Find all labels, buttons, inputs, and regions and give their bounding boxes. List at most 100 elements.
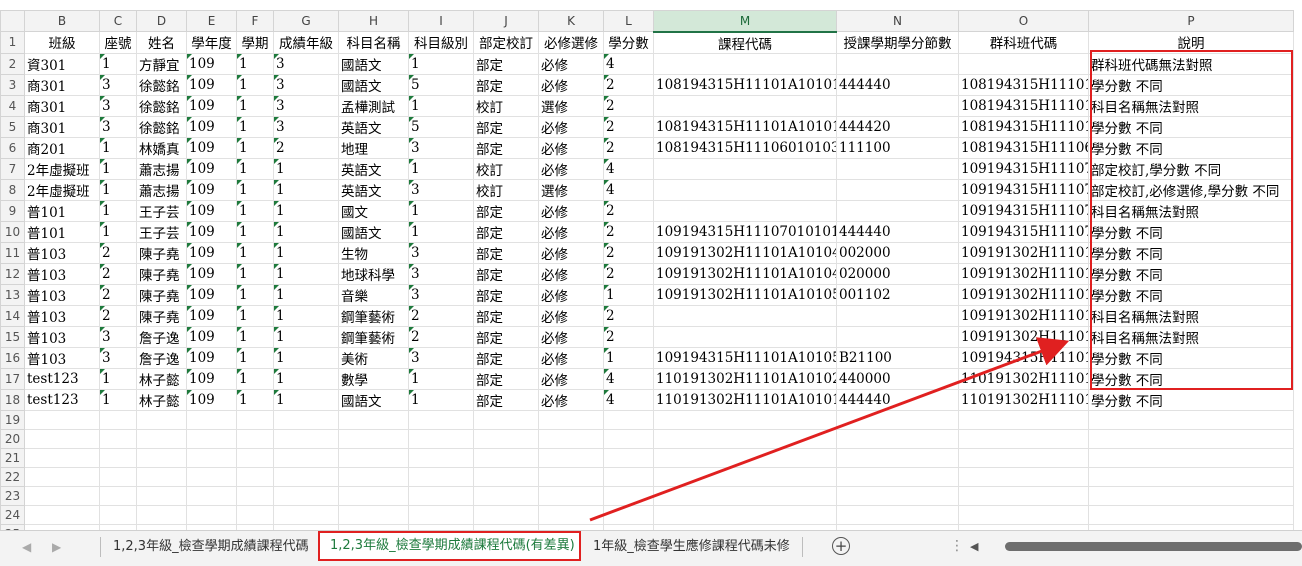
cell[interactable]: 3 <box>273 115 339 138</box>
column-header-M[interactable]: M <box>653 10 837 33</box>
cell[interactable]: 部定 <box>473 262 539 285</box>
empty-cell[interactable] <box>836 466 959 487</box>
cell[interactable]: B21100 <box>836 346 959 369</box>
row-header[interactable]: 24 <box>0 504 25 525</box>
cell[interactable]: 群科班代碼無法對照 <box>1088 52 1294 75</box>
cell[interactable]: 444440 <box>836 220 959 243</box>
cell[interactable]: 英語文 <box>338 157 409 180</box>
cell[interactable]: 必修 <box>538 367 604 390</box>
cell[interactable]: 109194315H11101A <box>958 346 1089 369</box>
cell[interactable]: 1 <box>408 157 474 180</box>
cell[interactable]: 學分數 不同 <box>1088 136 1294 159</box>
cell[interactable]: 1 <box>236 52 274 75</box>
cell[interactable]: 部定 <box>473 73 539 96</box>
empty-cell[interactable] <box>236 428 274 449</box>
cell[interactable]: 444440 <box>836 388 959 411</box>
empty-cell[interactable] <box>1088 504 1294 525</box>
row-header[interactable]: 3 <box>0 73 25 96</box>
row-header[interactable]: 14 <box>0 304 25 327</box>
empty-cell[interactable] <box>273 428 339 449</box>
spreadsheet-grid[interactable]: BCDEFGHIJKLMNOP 1 班級 座號 姓名 學年度 學期 成績年級 科目名稱 科目級別… <box>0 0 1302 530</box>
empty-cell[interactable] <box>136 447 187 468</box>
cell[interactable]: 校訂 <box>473 178 539 201</box>
cell[interactable] <box>653 94 837 117</box>
cell[interactable]: 109 <box>186 178 237 201</box>
empty-cell[interactable] <box>473 466 539 487</box>
row-header[interactable]: 23 <box>0 485 25 506</box>
empty-cell[interactable] <box>236 504 274 525</box>
cell[interactable]: 1 <box>99 136 137 159</box>
column-header-F[interactable]: F <box>236 10 274 32</box>
cell[interactable]: 普103 <box>24 325 100 348</box>
cell[interactable]: 普103 <box>24 283 100 306</box>
horizontal-scrollbar[interactable] <box>1005 542 1302 551</box>
cell[interactable]: 1 <box>408 94 474 117</box>
cell[interactable]: 110191302H11101A1010101 <box>653 388 837 411</box>
empty-cell[interactable] <box>338 504 409 525</box>
empty-cell[interactable] <box>653 447 837 468</box>
column-header-B[interactable]: B <box>24 10 100 32</box>
cell[interactable]: 109191302H11101A101040F <box>653 262 837 285</box>
cell-table[interactable]: BCDEFGHIJKLMNOP 1 班級 座號 姓名 學年度 學期 成績年級 科目名稱 科目級別… <box>0 10 1294 530</box>
cell[interactable] <box>958 52 1089 75</box>
cell[interactable]: 1 <box>603 283 654 306</box>
cell[interactable]: 必修 <box>538 304 604 327</box>
empty-cell[interactable] <box>473 485 539 506</box>
header-cell[interactable]: 課程代碼 <box>653 31 837 54</box>
cell[interactable]: 109 <box>186 325 237 348</box>
cell[interactable]: 109 <box>186 283 237 306</box>
cell[interactable]: 440000 <box>836 367 959 390</box>
cell[interactable]: 109 <box>186 262 237 285</box>
row-header[interactable]: 7 <box>0 157 25 180</box>
cell[interactable]: 科目名稱無法對照 <box>1088 304 1294 327</box>
cell[interactable] <box>836 52 959 75</box>
cell[interactable]: 108194315H11101A <box>958 73 1089 96</box>
cell[interactable]: 110191302H11101A <box>958 367 1089 390</box>
cell[interactable]: 109 <box>186 73 237 96</box>
empty-cell[interactable] <box>338 428 409 449</box>
cell[interactable]: 1 <box>99 367 137 390</box>
empty-cell[interactable] <box>24 485 100 506</box>
cell[interactable]: 必修 <box>538 157 604 180</box>
cell[interactable]: 109194315H111070 <box>958 199 1089 222</box>
cell[interactable]: 1 <box>236 199 274 222</box>
cell[interactable]: 109191302H11101A <box>958 262 1089 285</box>
cell[interactable]: 1 <box>408 367 474 390</box>
cell[interactable]: 109194315H111070 <box>958 220 1089 243</box>
cell[interactable]: 學分數 不同 <box>1088 115 1294 138</box>
cell[interactable]: 方靜宜 <box>136 52 187 75</box>
cell[interactable]: 地理 <box>338 136 409 159</box>
cell[interactable]: 陳子堯 <box>136 304 187 327</box>
cell[interactable]: 5 <box>408 73 474 96</box>
cell[interactable]: 部定 <box>473 367 539 390</box>
empty-cell[interactable] <box>836 428 959 449</box>
cell[interactable]: 必修 <box>538 346 604 369</box>
cell[interactable]: 109191302H11101A <box>958 241 1089 264</box>
cell[interactable]: 002000 <box>836 241 959 264</box>
cell[interactable]: 110191302H11101A1010203 <box>653 367 837 390</box>
row-header[interactable]: 19 <box>0 409 25 430</box>
cell[interactable]: 必修 <box>538 115 604 138</box>
empty-cell[interactable] <box>186 466 237 487</box>
cell[interactable]: 美術 <box>338 346 409 369</box>
empty-cell[interactable] <box>186 409 237 430</box>
empty-cell[interactable] <box>186 485 237 506</box>
cell[interactable]: 商201 <box>24 136 100 159</box>
cell[interactable]: 必修 <box>538 136 604 159</box>
empty-cell[interactable] <box>958 485 1089 506</box>
cell[interactable]: 1 <box>273 325 339 348</box>
cell[interactable]: 109 <box>186 136 237 159</box>
cell[interactable]: 3 <box>273 52 339 75</box>
empty-cell[interactable] <box>136 409 187 430</box>
cell[interactable]: 必修 <box>538 241 604 264</box>
empty-cell[interactable] <box>603 409 654 430</box>
empty-cell[interactable] <box>408 485 474 506</box>
cell[interactable]: 2年虛擬班 <box>24 157 100 180</box>
cell[interactable]: 英語文 <box>338 115 409 138</box>
cell[interactable]: 1 <box>236 94 274 117</box>
cell[interactable]: 2 <box>603 94 654 117</box>
cell[interactable]: 1 <box>99 157 137 180</box>
row-header[interactable]: 4 <box>0 94 25 117</box>
cell[interactable]: 1 <box>236 283 274 306</box>
cell[interactable]: 444440 <box>836 73 959 96</box>
